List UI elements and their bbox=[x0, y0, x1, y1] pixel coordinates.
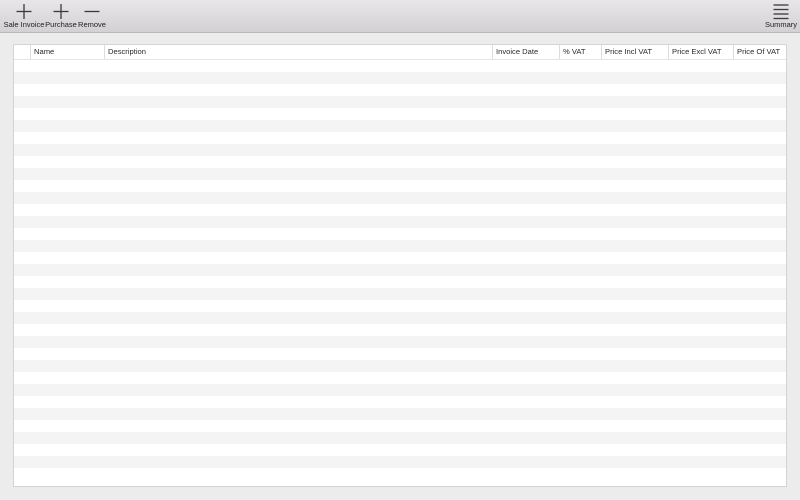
table-body[interactable] bbox=[14, 60, 786, 486]
table-row[interactable] bbox=[14, 168, 786, 180]
table-row[interactable] bbox=[14, 60, 786, 72]
table-row[interactable] bbox=[14, 252, 786, 264]
plus-icon bbox=[16, 4, 32, 19]
column-header-vat-percent[interactable]: % VAT bbox=[559, 45, 601, 59]
table-row[interactable] bbox=[14, 228, 786, 240]
table-row[interactable] bbox=[14, 264, 786, 276]
list-icon bbox=[773, 4, 789, 20]
table-row[interactable] bbox=[14, 348, 786, 360]
purchase-label: Purchase bbox=[45, 20, 77, 29]
table-row[interactable] bbox=[14, 132, 786, 144]
app-window: Sale Invoice Purchase Remove Summary Nam… bbox=[0, 0, 800, 500]
column-header-description[interactable]: Description bbox=[104, 45, 492, 59]
table-row[interactable] bbox=[14, 72, 786, 84]
table-row[interactable] bbox=[14, 420, 786, 432]
table-row[interactable] bbox=[14, 300, 786, 312]
table-row[interactable] bbox=[14, 156, 786, 168]
sale-invoice-button[interactable]: Sale Invoice bbox=[4, 2, 44, 31]
table-row[interactable] bbox=[14, 360, 786, 372]
sale-invoice-label: Sale Invoice bbox=[3, 20, 45, 29]
table-row[interactable] bbox=[14, 372, 786, 384]
table-row[interactable] bbox=[14, 396, 786, 408]
column-header-price-excl-vat[interactable]: Price Excl VAT bbox=[668, 45, 733, 59]
invoice-table[interactable]: Name Description Invoice Date % VAT Pric… bbox=[13, 44, 787, 487]
table-row[interactable] bbox=[14, 240, 786, 252]
table-row[interactable] bbox=[14, 120, 786, 132]
table-row[interactable] bbox=[14, 192, 786, 204]
table-row[interactable] bbox=[14, 288, 786, 300]
table-row[interactable] bbox=[14, 84, 786, 96]
table-row[interactable] bbox=[14, 216, 786, 228]
column-header-price-of-vat[interactable]: Price Of VAT bbox=[733, 45, 786, 59]
table-row[interactable] bbox=[14, 204, 786, 216]
toolbar: Sale Invoice Purchase Remove Summary bbox=[0, 0, 800, 33]
column-header-invoice-date[interactable]: Invoice Date bbox=[492, 45, 559, 59]
plus-icon bbox=[53, 4, 69, 19]
purchase-button[interactable]: Purchase bbox=[45, 2, 77, 31]
table-row[interactable] bbox=[14, 384, 786, 396]
table-row[interactable] bbox=[14, 444, 786, 456]
table-row[interactable] bbox=[14, 432, 786, 444]
table-header: Name Description Invoice Date % VAT Pric… bbox=[14, 45, 786, 60]
table-row[interactable] bbox=[14, 468, 786, 480]
minus-icon bbox=[84, 10, 100, 13]
table-row[interactable] bbox=[14, 336, 786, 348]
remove-button[interactable]: Remove bbox=[78, 2, 106, 31]
table-row[interactable] bbox=[14, 312, 786, 324]
summary-button[interactable]: Summary bbox=[764, 2, 798, 31]
remove-label: Remove bbox=[78, 20, 106, 29]
table-row[interactable] bbox=[14, 456, 786, 468]
column-header-price-incl-vat[interactable]: Price Incl VAT bbox=[601, 45, 668, 59]
summary-label: Summary bbox=[764, 20, 798, 29]
column-header-select[interactable] bbox=[14, 45, 30, 59]
table-row[interactable] bbox=[14, 180, 786, 192]
table-row[interactable] bbox=[14, 408, 786, 420]
table-row[interactable] bbox=[14, 108, 786, 120]
column-header-name[interactable]: Name bbox=[30, 45, 104, 59]
table-row[interactable] bbox=[14, 144, 786, 156]
table-row[interactable] bbox=[14, 96, 786, 108]
table-row[interactable] bbox=[14, 324, 786, 336]
table-row[interactable] bbox=[14, 276, 786, 288]
